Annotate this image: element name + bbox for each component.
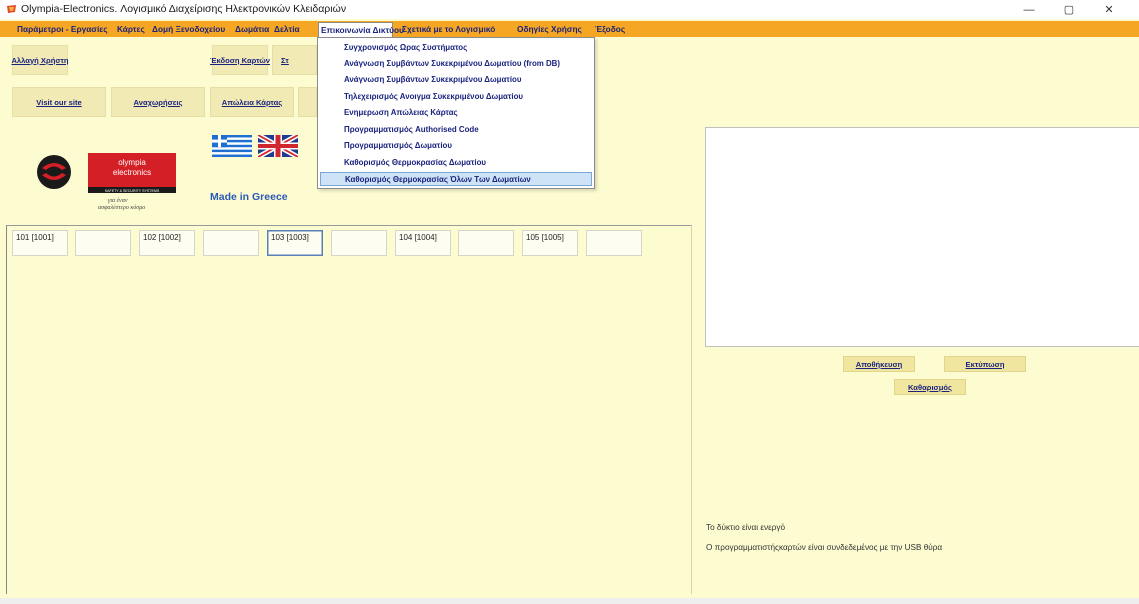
olympia-logo: olympia electronics SAFETY & SECURITY SY…	[37, 153, 176, 211]
partial-button-2[interactable]	[298, 87, 317, 117]
network-status: Το δύκτιο είναι ενεργό	[706, 523, 786, 532]
clear-button[interactable]: Καθαρισμός	[894, 379, 966, 395]
menu-hotel-structure[interactable]: Δομή Ξενοδοχείου	[150, 22, 227, 36]
close-button[interactable]: ✕	[1094, 0, 1124, 19]
title-bar: Olympia-Electronics. Λογισμικό Διαχείρισ…	[0, 0, 1139, 19]
menu-option-remote-open[interactable]: Τηλεχειρισμός Ανοιγμα Συκεκριμένου Δωματ…	[320, 90, 592, 104]
menu-network[interactable]: Επικοινωνία Δικτύου	[318, 22, 404, 37]
logo-slogan-2: ασφαλέστερο κόσμο	[98, 205, 145, 211]
menu-reports[interactable]: Δελτία	[272, 22, 302, 36]
app-icon	[7, 5, 16, 13]
menu-option-room-temperature[interactable]: Καθορισμός Θερμοκρασίας Δωματίου	[320, 156, 592, 170]
menu-help[interactable]: Οδηγίες Χρήσης	[515, 22, 584, 36]
room-slot-empty[interactable]	[203, 230, 259, 256]
minimize-button[interactable]: —	[1014, 0, 1044, 19]
menu-bar: Παράμετροι - Εργασίες Κάρτες Δομή Ξενοδο…	[0, 21, 1139, 37]
room-slot-empty[interactable]	[458, 230, 514, 256]
window-title: Olympia-Electronics. Λογισμικό Διαχείρισ…	[21, 3, 347, 15]
logo-text-olympia: olympia	[118, 158, 146, 167]
print-button[interactable]: Εκτύπωση	[944, 356, 1026, 372]
room-slot-empty[interactable]	[586, 230, 642, 256]
departures-button[interactable]: Αναχωρήσεις	[111, 87, 205, 117]
uk-flag-icon[interactable]	[258, 135, 298, 157]
room-slot-empty[interactable]	[75, 230, 131, 256]
app-window: Olympia-Electronics. Λογισμικό Διαχείρισ…	[0, 0, 1139, 604]
partial-button[interactable]: Στ	[272, 45, 317, 75]
usb-status: Ο προγραμματιστήςκαρτών είναι συνδεδεμέν…	[706, 543, 943, 552]
room-104[interactable]: 104 [1004]	[395, 230, 451, 256]
menu-rooms[interactable]: Δωμάτια	[233, 22, 271, 36]
menu-option-lost-card[interactable]: Ενημερωση Απώλειας Κάρτας	[320, 106, 592, 120]
maximize-button[interactable]: ▢	[1054, 0, 1084, 19]
menu-exit[interactable]: Έξοδος	[593, 22, 627, 36]
logo-slogan-1: για έναν	[108, 198, 128, 204]
issue-cards-button[interactable]: Έκδοση Καρτών	[210, 45, 270, 75]
room-103[interactable]: 103 [1003]	[267, 230, 323, 256]
menu-option-program-room[interactable]: Προγραμματισμός Δωματίου	[320, 139, 592, 153]
rooms-panel	[6, 225, 692, 594]
network-dropdown-menu: Συγχρονισμός Ωρας Συστήματος Ανάγνωση Συ…	[317, 37, 595, 189]
menu-option-sync-time[interactable]: Συγχρονισμός Ωρας Συστήματος	[320, 41, 592, 55]
logo-text-electronics: electronics	[113, 168, 151, 177]
visit-site-button[interactable]: Visit our site	[12, 87, 106, 117]
logo-text-tagline: SAFETY & SECURITY SYSTEMS	[105, 189, 160, 193]
menu-cards[interactable]: Κάρτες	[115, 22, 147, 36]
room-102[interactable]: 102 [1002]	[139, 230, 195, 256]
change-user-button[interactable]: Αλλαγή Χρήστη	[11, 45, 69, 75]
room-slot-empty[interactable]	[331, 230, 387, 256]
bottom-strip	[0, 598, 1139, 604]
save-button[interactable]: Αποθήκευση	[843, 356, 915, 372]
menu-parameters[interactable]: Παράμετροι - Εργασίες	[15, 22, 110, 36]
events-display	[705, 127, 1139, 347]
room-101[interactable]: 101 [1001]	[12, 230, 68, 256]
menu-option-authorised-code[interactable]: Προγραμματισμός Authorised Code	[320, 123, 592, 137]
menu-option-all-rooms-temperature[interactable]: Καθορισμός Θερμοκρασίας Όλων Των Δωματίω…	[320, 172, 592, 186]
menu-option-read-events-db[interactable]: Ανάγνωση Συμβάντων Συκεκριμένου Δωματίου…	[320, 57, 592, 71]
menu-option-read-events[interactable]: Ανάγνωση Συμβάντων Συκεκριμένου Δωματίου	[320, 73, 592, 87]
made-in-greece-label: Made in Greece	[210, 191, 288, 203]
greek-flag-icon[interactable]	[212, 135, 252, 157]
lost-card-button[interactable]: Απώλεια Κάρτας	[210, 87, 294, 117]
menu-about[interactable]: Σχετικά με το Λογισμικό	[400, 22, 497, 36]
room-105[interactable]: 105 [1005]	[522, 230, 578, 256]
